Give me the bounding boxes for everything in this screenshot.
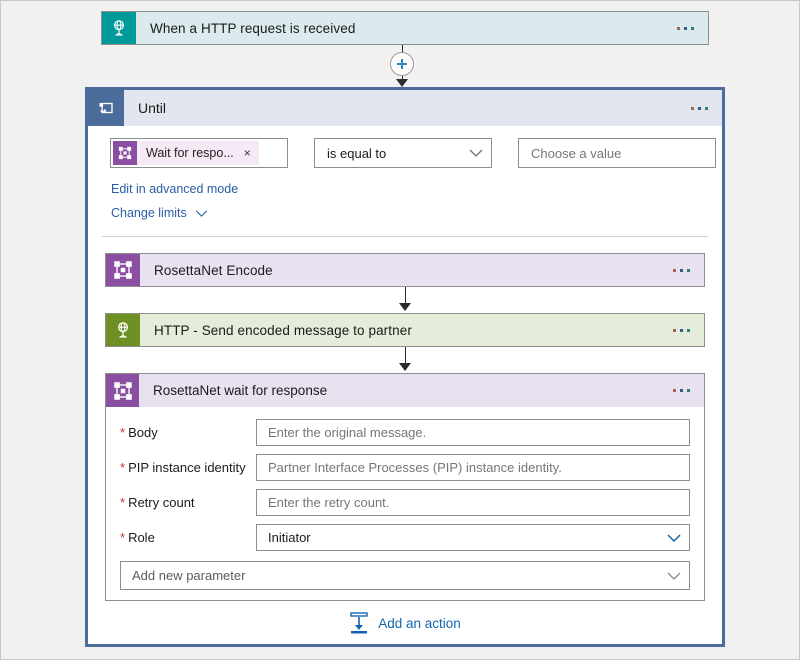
add-new-parameter-label: Add new parameter bbox=[132, 568, 661, 583]
action-card-http-send[interactable]: HTTP - Send encoded message to partner bbox=[105, 313, 705, 347]
action-more-options-button[interactable] bbox=[667, 314, 704, 346]
retry-count-placeholder: Enter the retry count. bbox=[268, 495, 681, 510]
required-indicator: * bbox=[120, 495, 125, 510]
until-scope-card[interactable]: Until bbox=[85, 87, 725, 647]
chevron-down-icon bbox=[469, 149, 483, 157]
action-more-options-button[interactable] bbox=[667, 254, 704, 286]
action-title: HTTP - Send encoded message to partner bbox=[140, 314, 667, 346]
chevron-down-icon bbox=[667, 534, 681, 542]
pip-instance-identity-input[interactable]: Partner Interface Processes (PIP) instan… bbox=[256, 454, 690, 481]
label-text: Retry count bbox=[128, 495, 194, 510]
required-indicator: * bbox=[120, 425, 125, 440]
http-globe-icon bbox=[106, 314, 140, 346]
field-label-pip-instance-identity: * PIP instance identity bbox=[120, 460, 256, 475]
dynamic-content-token[interactable]: Wait for respo... × bbox=[113, 141, 259, 165]
operator-value: is equal to bbox=[327, 146, 463, 161]
trigger-more-options-button[interactable] bbox=[671, 12, 708, 44]
trigger-title: When a HTTP request is received bbox=[136, 12, 671, 44]
pip-placeholder: Partner Interface Processes (PIP) instan… bbox=[268, 460, 681, 475]
add-an-action-button[interactable]: Add an action bbox=[88, 612, 722, 634]
designer-canvas: When a HTTP request is received Until bbox=[0, 0, 800, 660]
insert-new-step-button[interactable] bbox=[390, 52, 414, 76]
wait-action-title: RosettaNet wait for response bbox=[139, 374, 667, 407]
action-card-rosettanet-wait-for-response[interactable]: RosettaNet wait for response * Body Ente… bbox=[105, 373, 705, 601]
trigger-card-http-request[interactable]: When a HTTP request is received bbox=[101, 11, 709, 45]
required-indicator: * bbox=[120, 460, 125, 475]
change-limits-label: Change limits bbox=[111, 206, 187, 220]
field-label-body: * Body bbox=[120, 425, 256, 440]
role-dropdown[interactable]: Initiator bbox=[256, 524, 690, 551]
inner-connector-arrow-2 bbox=[399, 363, 411, 371]
value-placeholder: Choose a value bbox=[531, 146, 707, 161]
label-text: Role bbox=[128, 530, 155, 545]
remove-token-icon[interactable]: × bbox=[244, 147, 251, 159]
retry-count-input[interactable]: Enter the retry count. bbox=[256, 489, 690, 516]
action-card-rosettanet-encode[interactable]: RosettaNet Encode bbox=[105, 253, 705, 287]
until-condition-row: Wait for respo... × is equal to Choose a… bbox=[110, 138, 716, 168]
until-header[interactable]: Until bbox=[88, 90, 722, 126]
until-more-options-button[interactable] bbox=[685, 90, 722, 126]
required-indicator: * bbox=[120, 530, 125, 545]
body-placeholder: Enter the original message. bbox=[268, 425, 681, 440]
field-row-retry-count: * Retry count Enter the retry count. bbox=[120, 485, 690, 520]
label-text: Body bbox=[128, 425, 158, 440]
change-limits-toggle[interactable]: Change limits bbox=[111, 206, 208, 220]
edit-in-advanced-mode-link[interactable]: Edit in advanced mode bbox=[111, 182, 238, 196]
condition-value-input[interactable]: Choose a value bbox=[518, 138, 716, 168]
until-title: Until bbox=[124, 90, 685, 126]
role-value: Initiator bbox=[268, 530, 661, 545]
body-input[interactable]: Enter the original message. bbox=[256, 419, 690, 446]
plus-icon bbox=[396, 58, 408, 70]
add-new-parameter-dropdown[interactable]: Add new parameter bbox=[120, 561, 690, 590]
chevron-down-icon bbox=[195, 210, 208, 217]
section-divider bbox=[102, 236, 708, 237]
inner-connector-arrow-1 bbox=[399, 303, 411, 311]
wait-action-more-options-button[interactable] bbox=[667, 374, 704, 407]
field-row-pip-instance-identity: * PIP instance identity Partner Interfac… bbox=[120, 450, 690, 485]
rosettanet-icon bbox=[106, 254, 140, 286]
rosettanet-icon bbox=[106, 374, 139, 407]
action-title: RosettaNet Encode bbox=[140, 254, 667, 286]
condition-token-input[interactable]: Wait for respo... × bbox=[110, 138, 288, 168]
field-row-body: * Body Enter the original message. bbox=[120, 415, 690, 450]
field-label-role: * Role bbox=[120, 530, 256, 545]
chevron-down-icon bbox=[667, 572, 681, 580]
http-request-globe-icon bbox=[102, 12, 136, 44]
field-label-retry-count: * Retry count bbox=[120, 495, 256, 510]
token-label: Wait for respo... bbox=[137, 146, 244, 160]
field-row-role: * Role Initiator bbox=[120, 520, 690, 555]
until-loop-icon bbox=[88, 90, 124, 126]
connector-arrow-down bbox=[396, 79, 408, 87]
wait-action-header[interactable]: RosettaNet wait for response bbox=[106, 374, 704, 407]
rosettanet-icon bbox=[113, 141, 137, 165]
wait-action-body: * Body Enter the original message. * PIP… bbox=[106, 407, 704, 600]
add-an-action-label: Add an action bbox=[378, 616, 461, 631]
label-text: PIP instance identity bbox=[128, 460, 246, 475]
condition-operator-dropdown[interactable]: is equal to bbox=[314, 138, 492, 168]
insert-action-icon bbox=[349, 612, 369, 634]
